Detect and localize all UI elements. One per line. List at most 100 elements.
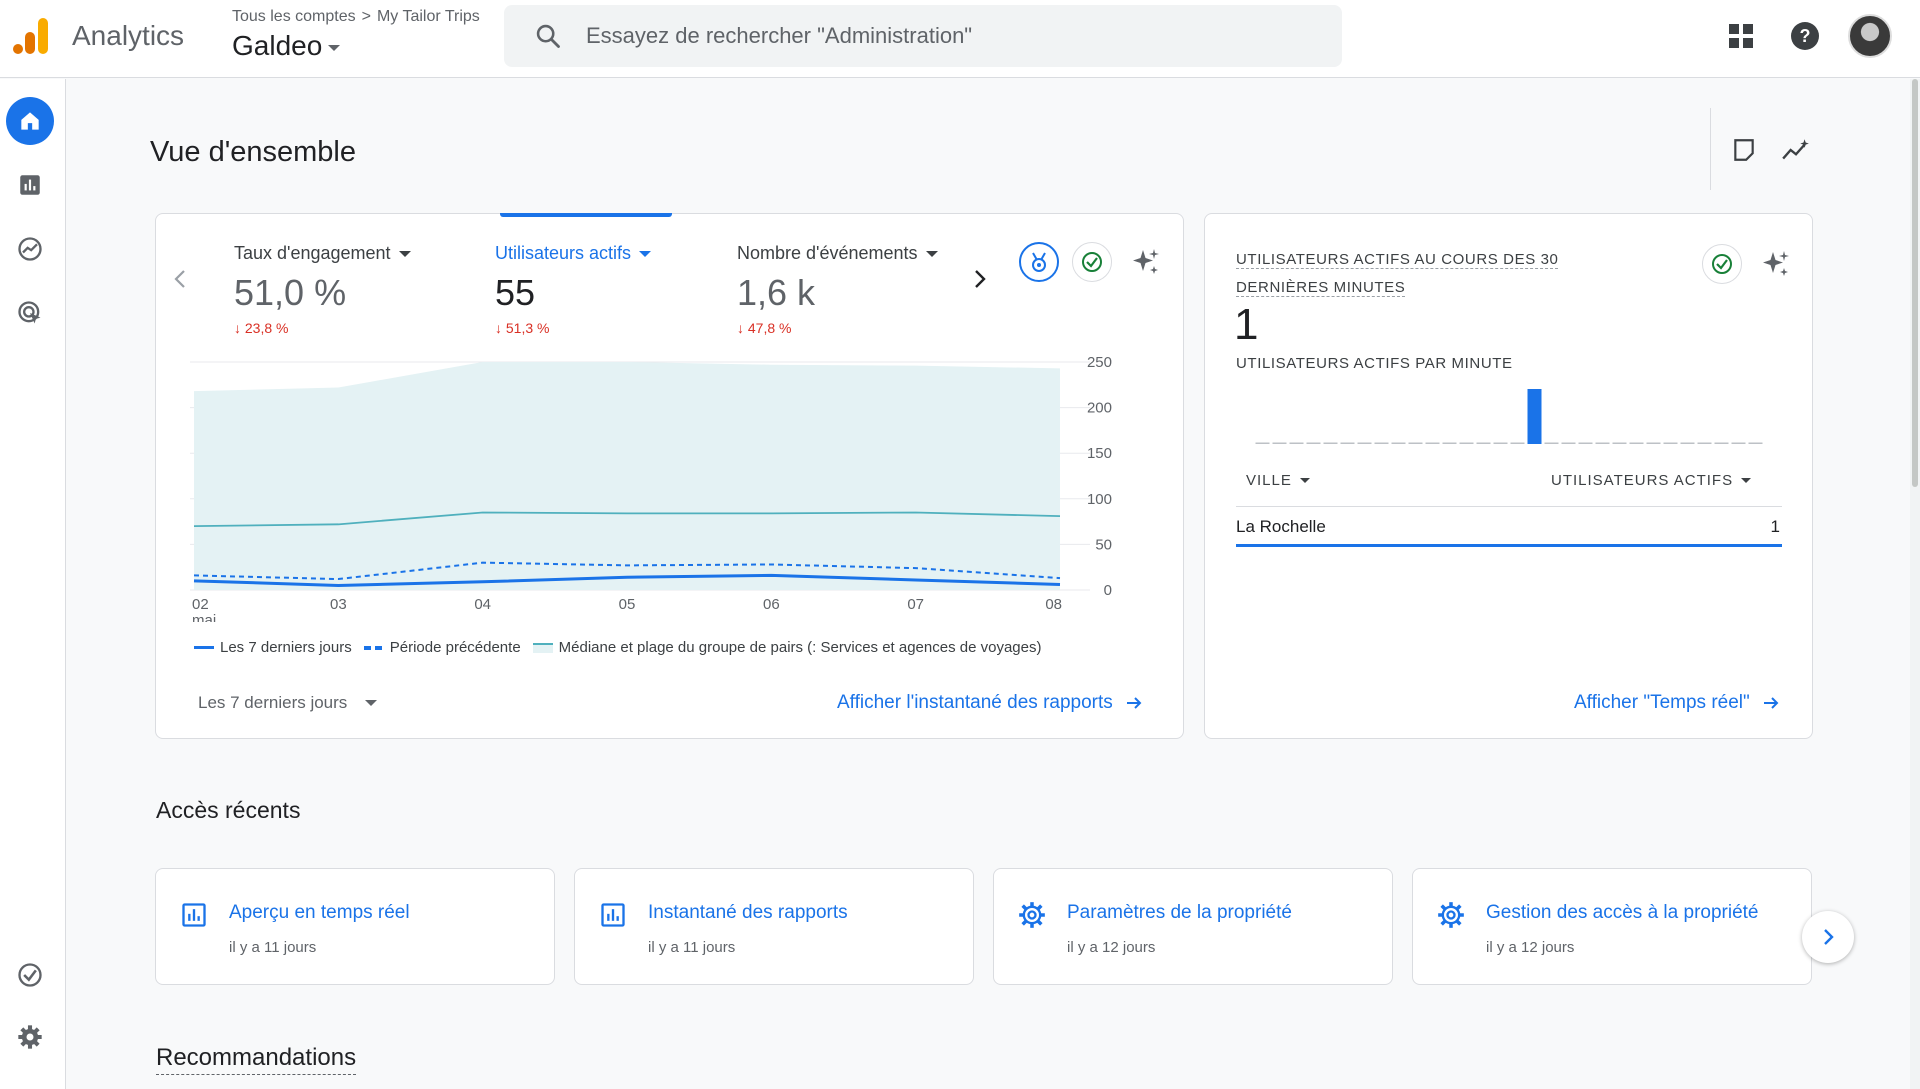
divider xyxy=(1710,108,1711,190)
recent-item-name: Instantané des rapports xyxy=(648,902,848,923)
minute-bar[interactable] xyxy=(1510,442,1525,445)
chevron-down-icon xyxy=(398,250,411,257)
sparkle-insights-icon[interactable] xyxy=(1126,242,1166,282)
settings-gear-icon[interactable] xyxy=(6,1013,54,1061)
recent-item[interactable]: Paramètres de la propriété il y a 12 jou… xyxy=(993,868,1393,985)
minute-bar[interactable] xyxy=(1561,442,1576,445)
minute-bar[interactable] xyxy=(1697,442,1712,445)
benchmark-range-band xyxy=(194,362,1060,590)
minute-bar[interactable] xyxy=(1544,442,1559,445)
minute-bar[interactable] xyxy=(1595,442,1610,445)
minute-bar[interactable] xyxy=(1459,442,1474,445)
minute-bar[interactable] xyxy=(1357,442,1372,445)
minute-bar[interactable] xyxy=(1748,442,1763,445)
breadcrumb-property[interactable]: My Tailor Trips xyxy=(377,8,480,26)
column-header-active-users[interactable]: UTILISATEURS ACTIFS xyxy=(1551,472,1752,489)
minute-bar[interactable] xyxy=(1714,442,1729,445)
breadcrumb-account[interactable]: Tous les comptes xyxy=(232,8,356,26)
metric-delta: ↓ 51,3 % xyxy=(495,320,550,336)
reports-snapshot-link[interactable]: Afficher l'instantané des rapports xyxy=(837,692,1143,714)
recent-item-name: Paramètres de la propriété xyxy=(1067,902,1292,923)
x-tick-sublabel: mai xyxy=(192,612,216,622)
minute-bar[interactable] xyxy=(1578,442,1593,445)
analytics-logo[interactable] xyxy=(12,16,50,56)
minute-bar[interactable] xyxy=(1255,442,1270,445)
chevron-down-icon xyxy=(1741,478,1752,483)
metric-active-users[interactable]: Utilisateurs actifs 55 ↓ 51,3 % xyxy=(495,243,652,336)
minute-bar[interactable] xyxy=(1527,389,1542,444)
x-tick-label: 05 xyxy=(619,596,636,613)
property-selector[interactable]: Galdeo xyxy=(232,30,341,62)
search-input[interactable] xyxy=(586,23,1286,49)
recent-item-time: il y a 11 jours xyxy=(648,939,736,956)
minute-bar[interactable] xyxy=(1442,442,1457,445)
app-title: Analytics xyxy=(72,20,185,51)
minute-bar[interactable] xyxy=(1340,442,1355,445)
minute-bar[interactable] xyxy=(1425,442,1440,445)
search-bar[interactable] xyxy=(504,5,1342,67)
per-minute-bar-chart xyxy=(1255,389,1763,445)
recent-item-time: il y a 11 jours xyxy=(229,939,317,956)
metric-delta: ↓ 47,8 % xyxy=(737,320,792,336)
realtime-subtitle: UTILISATEURS ACTIFS PAR MINUTE xyxy=(1236,355,1513,372)
recent-access-title: Accès récents xyxy=(156,797,301,823)
legend-item-previous[interactable]: Période précédente xyxy=(363,639,521,656)
table-row-share-bar xyxy=(1236,544,1782,547)
explore-icon[interactable] xyxy=(6,225,54,273)
column-header-city[interactable]: VILLE xyxy=(1246,472,1310,489)
table-row-users: 1 xyxy=(1770,517,1780,536)
minute-bar[interactable] xyxy=(1306,442,1321,445)
advertising-icon[interactable] xyxy=(6,289,54,337)
minute-bar[interactable] xyxy=(1493,442,1508,445)
minute-bar[interactable] xyxy=(1289,442,1304,445)
notes-icon[interactable] xyxy=(1728,134,1760,166)
metric-event-count[interactable]: Nombre d'événements 1,6 k ↓ 47,8 % xyxy=(737,243,938,336)
date-range-selector[interactable]: Les 7 derniers jours xyxy=(198,693,378,713)
search-icon xyxy=(536,24,560,48)
home-icon[interactable] xyxy=(6,97,54,145)
y-tick-label: 100 xyxy=(1087,491,1112,508)
minute-bar[interactable] xyxy=(1408,442,1423,445)
metric-engagement-rate[interactable]: Taux d'engagement 51,0 % ↓ 23,8 % xyxy=(234,243,411,336)
scrollbar-thumb[interactable] xyxy=(1912,79,1918,487)
minute-bar[interactable] xyxy=(1731,442,1746,445)
minute-bar[interactable] xyxy=(1663,442,1678,445)
realtime-link[interactable]: Afficher "Temps réel" xyxy=(1574,692,1780,714)
breadcrumb: Tous les comptes > My Tailor Trips xyxy=(232,8,480,26)
minute-bar[interactable] xyxy=(1680,442,1695,445)
legend-item-current[interactable]: Les 7 derniers jours xyxy=(194,639,352,656)
y-tick-label: 200 xyxy=(1087,400,1112,417)
recent-item[interactable]: Gestion des accès à la propriété il y a … xyxy=(1412,868,1812,985)
minute-bar[interactable] xyxy=(1391,442,1406,445)
left-nav-rail xyxy=(0,79,66,1089)
recent-item[interactable]: Instantané des rapports il y a 11 jours xyxy=(574,868,974,985)
recent-item-time: il y a 12 jours xyxy=(1067,939,1156,956)
minute-bar[interactable] xyxy=(1272,442,1287,445)
benchmark-medal-icon[interactable] xyxy=(1019,242,1059,282)
minute-bar[interactable] xyxy=(1612,442,1627,445)
chevron-down-icon xyxy=(925,250,938,257)
minute-bar[interactable] xyxy=(1476,442,1491,445)
sparkle-insights-icon[interactable] xyxy=(1756,244,1796,284)
data-quality-check-icon[interactable] xyxy=(1702,244,1742,284)
vertical-scrollbar[interactable] xyxy=(1910,79,1920,1089)
admin-check-icon[interactable] xyxy=(6,951,54,999)
help-icon[interactable]: ? xyxy=(1784,15,1826,57)
data-quality-check-icon[interactable] xyxy=(1072,242,1112,282)
minute-bar[interactable] xyxy=(1323,442,1338,445)
minute-bar[interactable] xyxy=(1629,442,1644,445)
minute-bar[interactable] xyxy=(1646,442,1661,445)
arrow-right-icon xyxy=(1763,697,1779,709)
insights-icon[interactable] xyxy=(1780,134,1812,166)
carousel-next-button[interactable] xyxy=(1802,911,1854,963)
recent-item[interactable]: Aperçu en temps réel il y a 11 jours xyxy=(155,868,555,985)
chevron-right-icon[interactable] xyxy=(970,268,990,290)
apps-icon[interactable] xyxy=(1720,15,1762,57)
account-avatar[interactable] xyxy=(1848,14,1892,58)
minute-bar[interactable] xyxy=(1374,442,1389,445)
reports-icon[interactable] xyxy=(6,161,54,209)
active-tab-indicator xyxy=(500,213,672,217)
legend-item-benchmark[interactable]: Médiane et plage du groupe de pairs (: S… xyxy=(532,639,1041,656)
metric-value: 51,0 % xyxy=(234,272,347,313)
chevron-left-icon[interactable] xyxy=(170,268,190,290)
